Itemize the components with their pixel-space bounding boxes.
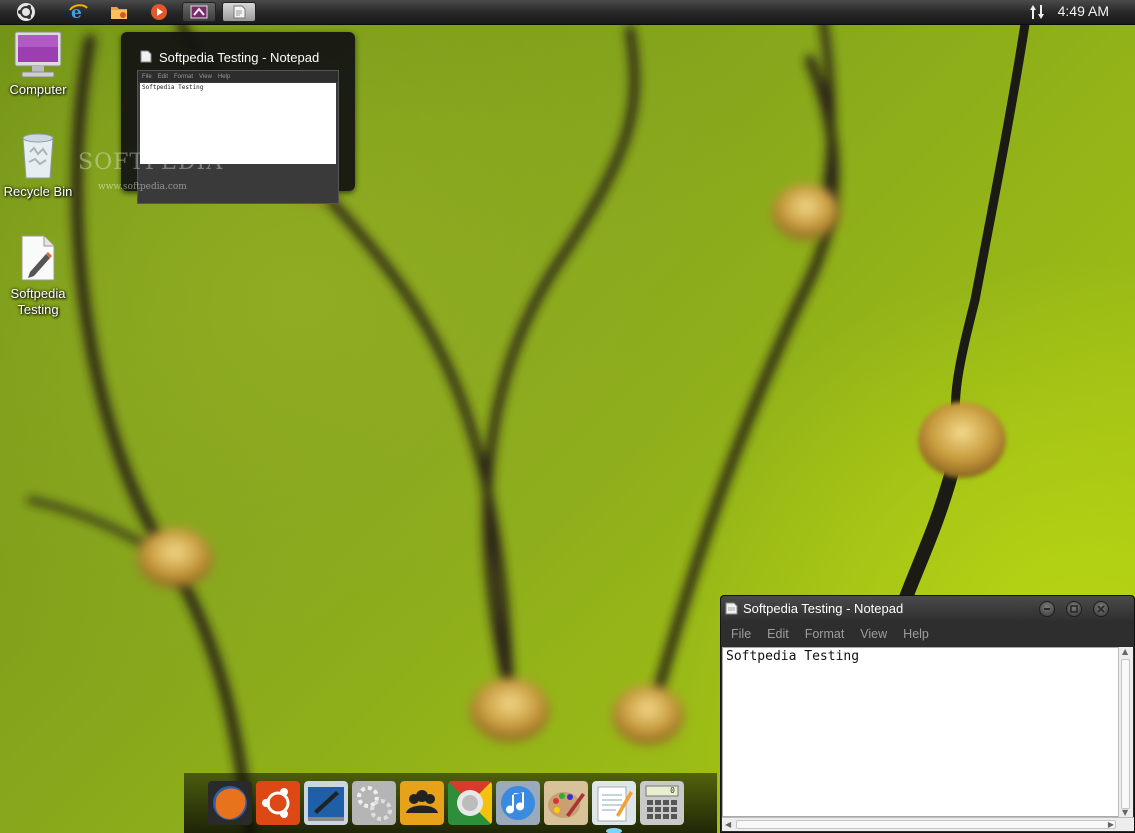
contacts-icon[interactable] [400,781,444,825]
minimize-icon [1044,608,1050,610]
notepad-window: Softpedia Testing - Notepad File Edit Fo… [720,595,1135,833]
notepad-small-icon [139,49,153,66]
settings-gears-icon[interactable] [352,781,396,825]
text-document-icon [21,235,55,281]
running-indicator-icon [606,828,622,833]
vertical-scroll-thumb[interactable] [1121,659,1130,809]
notepad-title-icon [724,601,739,619]
paint-brush-icon[interactable] [544,781,588,825]
minimize-button[interactable] [1039,601,1055,617]
notepad-task-icon[interactable] [222,2,256,22]
preview-menu-view: View [199,73,212,80]
calculator-icon[interactable]: 0 [640,781,684,825]
maximize-icon [1070,605,1078,613]
preview-menu-edit: Edit [157,73,169,80]
folder-icon[interactable] [107,2,131,22]
scroll-left-arrow-icon[interactable]: ◀ [725,820,731,829]
calculator-display: 0 [670,786,675,795]
maximize-button[interactable] [1066,601,1082,617]
preview-menu: File Edit Format View Help [138,71,338,82]
notepad-title: Softpedia Testing - Notepad [743,601,904,616]
softpedia-watermark: SOFTPEDIA™ [78,150,232,175]
notepad-content: Softpedia Testing [726,649,860,664]
watermark-text: SOFTPEDIA [78,150,224,175]
desktop-icon-label: Computer [9,82,67,97]
chrome-icon[interactable] [448,781,492,825]
horizontal-scrollbar[interactable]: ◀ ▶ [722,817,1134,831]
menu-edit[interactable]: Edit [765,625,791,643]
scroll-down-arrow-icon[interactable]: ▼ [1122,808,1128,817]
recycle-bin-icon [22,133,54,179]
firefox-icon[interactable] [208,781,252,825]
menu-file[interactable]: File [729,625,753,643]
desktop-icon-label: Recycle Bin [3,184,73,199]
notepad-app-icon[interactable] [592,781,636,825]
close-icon [1097,605,1105,613]
scroll-right-arrow-icon[interactable]: ▶ [1108,820,1114,829]
computer-icon [14,31,62,78]
vertical-scrollbar[interactable]: ▲ ▼ [1118,647,1133,817]
drawing-app-icon[interactable] [304,781,348,825]
preview-menu-format: Format [174,73,194,80]
dock: 0 [184,773,717,833]
preview-content: Softpedia Testing [142,84,204,91]
internet-explorer-icon[interactable]: e [66,2,90,22]
ubuntu-icon[interactable] [256,781,300,825]
preview-menu-help: Help [217,73,231,80]
paint-task-icon[interactable] [182,2,216,22]
menu-help[interactable]: Help [901,625,931,643]
desktop-icon-softpedia-testing[interactable]: Softpedia Testing [0,234,76,318]
network-updown-icon[interactable] [1029,3,1045,24]
preview-menu-file: File [142,73,152,80]
menu-view[interactable]: View [858,625,889,643]
desktop-icon-computer[interactable]: Computer [0,30,76,98]
watermark-tm: ™ [223,150,233,159]
desktop-icon-label: Softpedia Testing [10,286,66,317]
clock[interactable]: 4:49 AM [1058,3,1109,19]
notepad-menubar: File Edit Format View Help [721,622,1134,646]
softpedia-watermark-url: www.softpedia.com [98,182,187,192]
desktop-icon-recycle-bin[interactable]: Recycle Bin [0,132,76,200]
itunes-icon[interactable] [496,781,540,825]
top-panel: e 4:49 AM [0,0,1135,25]
close-button[interactable] [1093,601,1109,617]
menu-format[interactable]: Format [803,625,847,643]
notepad-titlebar[interactable]: Softpedia Testing - Notepad [721,596,1134,622]
preview-title: Softpedia Testing - Notepad [159,50,320,65]
notepad-text-area[interactable]: Softpedia Testing [722,647,1120,817]
horizontal-scroll-thumb[interactable] [736,820,1116,829]
scroll-up-arrow-icon[interactable]: ▲ [1122,647,1128,656]
ubuntu-logo-icon[interactable] [14,2,38,22]
media-player-icon[interactable] [147,2,171,22]
